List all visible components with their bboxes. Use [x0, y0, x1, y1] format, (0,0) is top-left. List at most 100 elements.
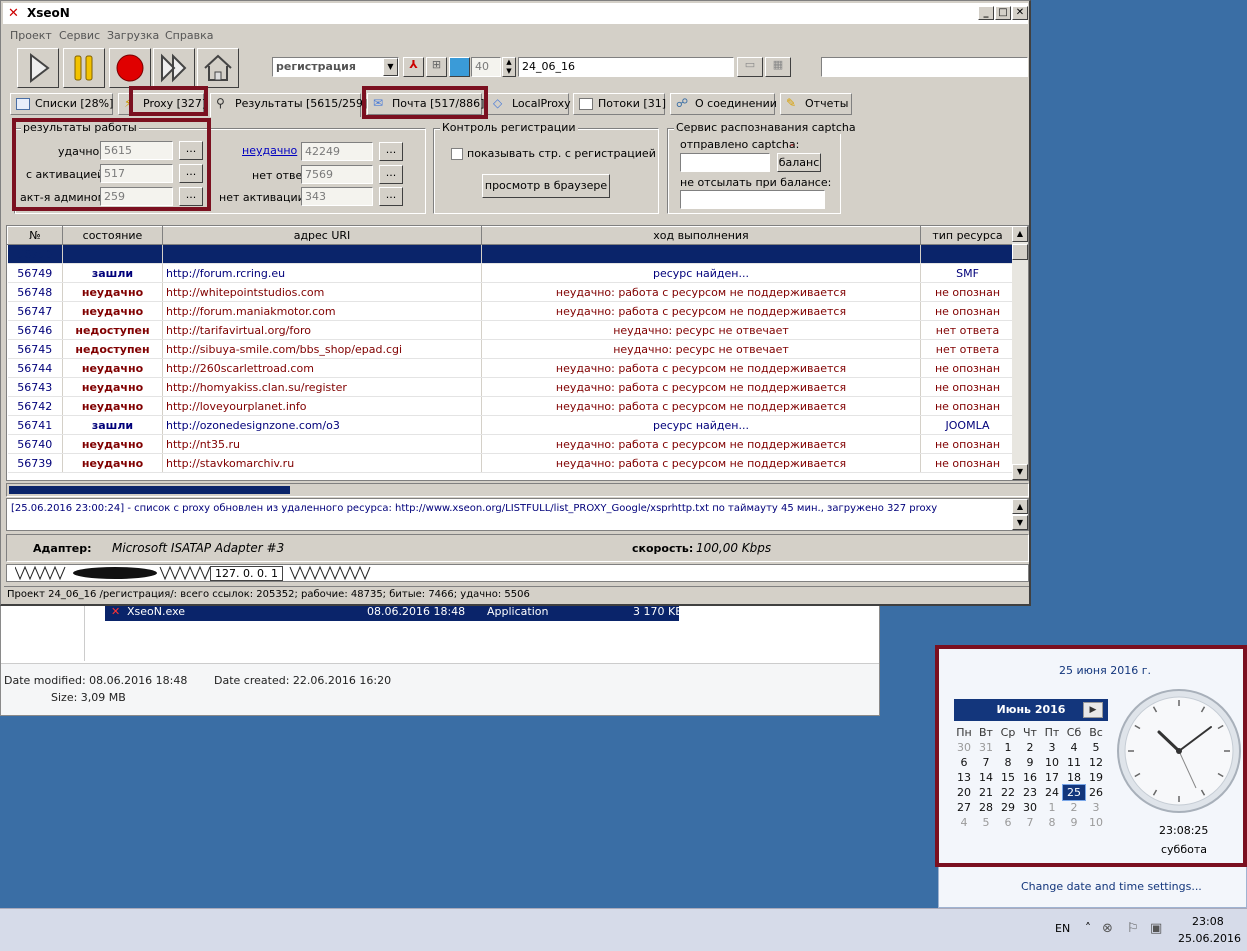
table-row[interactable]: 56748 неудачно http://whitepointstudios.co… [7, 282, 1015, 302]
noact-details-button[interactable]: ... [379, 187, 403, 206]
search-field[interactable] [821, 57, 1028, 77]
row-url: http://forum.maniakmotor.com [162, 301, 482, 321]
fail-details-button[interactable]: ... [379, 142, 403, 161]
log-scroll-up-icon[interactable]: ▲ [1012, 499, 1028, 514]
table-icon[interactable]: ▦ [765, 57, 791, 77]
noact-value: 343 [301, 187, 373, 206]
table-row[interactable]: 56743 неудачно http://homyakiss.clan.su/re… [7, 377, 1015, 397]
play-button[interactable] [17, 48, 59, 88]
row-url: http://ozonedesignzone.com/o3 [162, 415, 482, 435]
row-state: неудачно [62, 282, 163, 302]
captcha-balance-field[interactable] [680, 153, 770, 172]
activation-details-button[interactable]: ... [179, 164, 203, 183]
grid-scrollbar[interactable]: ▲ ▼ [1012, 226, 1028, 480]
connection-icon: ☍ [676, 96, 689, 110]
row-type: не опознан [920, 301, 1015, 321]
close-button[interactable]: ✕ [1012, 6, 1028, 20]
table-row[interactable]: 56745 недоступен http://sibuya-smile.com/b… [7, 339, 1015, 359]
taskbar-time[interactable]: 23:08 [1192, 915, 1224, 928]
table-row[interactable]: 56747 неудачно http://forum.maniakmotor.co… [7, 301, 1015, 321]
col-type[interactable]: тип ресурса [920, 226, 1015, 245]
no-send-threshold-field[interactable] [680, 190, 825, 209]
pdf-icon[interactable]: ⅄ [403, 57, 424, 77]
taskbar-date[interactable]: 25.06.2016 [1178, 932, 1241, 945]
row-number: 56744 [7, 358, 63, 378]
table-row[interactable]: 56744 неудачно http://260scarlettroad.com н… [7, 358, 1015, 378]
monitor-icon[interactable]: ▣ [1150, 921, 1162, 936]
folder-open-icon[interactable]: ▭ [737, 57, 763, 77]
noreply-details-button[interactable]: ... [379, 165, 403, 184]
pause-icon [74, 55, 93, 81]
captcha-group-label: Сервис распознавания captcha [674, 121, 858, 134]
threads-spinner[interactable]: ▲ ▼ [502, 57, 516, 77]
menu-service[interactable]: Сервис [59, 29, 100, 42]
table-row[interactable]: 56742 неудачно http://loveyourplanet.info н… [7, 396, 1015, 416]
menu-download[interactable]: Загрузка [107, 29, 159, 42]
tab-lists[interactable]: Списки [28%] [10, 93, 113, 115]
tab-threads[interactable]: Потоки [31] [573, 93, 667, 115]
tab-threads-label: Потоки [31] [598, 97, 667, 110]
col-progress[interactable]: ход выполнения [481, 226, 921, 245]
pause-button[interactable] [63, 48, 105, 88]
image-icon[interactable] [449, 57, 470, 77]
row-type: JOOMLA [920, 415, 1015, 435]
title-bar[interactable]: ✕ XseoN _ □ ✕ [3, 3, 1028, 24]
flag-icon[interactable]: ⚐ [1127, 921, 1139, 936]
table-row[interactable]: 56749 зашли http://forum.rcring.eu ресурс н… [7, 263, 1015, 283]
grid-icon[interactable]: ⊞ [426, 57, 447, 77]
row-progress: ресурс найден... [481, 263, 921, 283]
home-button[interactable] [197, 48, 239, 88]
network-warning-icon[interactable]: ⊗ [1102, 921, 1113, 936]
fail-link[interactable]: неудачно [242, 144, 297, 157]
language-indicator[interactable]: EN [1055, 922, 1070, 935]
table-row[interactable]: 56746 недоступен http://tarifavirtual.org/… [7, 320, 1015, 340]
row-number: 56749 [7, 263, 63, 283]
chevron-up-icon[interactable]: ˄ [1085, 921, 1091, 935]
scroll-thumb[interactable] [1012, 244, 1028, 260]
row-number: 56742 [7, 396, 63, 416]
scroll-down-icon[interactable]: ▼ [1012, 464, 1028, 480]
fast-forward-button[interactable] [153, 48, 195, 88]
col-number[interactable]: № [7, 226, 63, 245]
file-name: XseoN.exe [127, 605, 186, 618]
chevron-down-icon[interactable]: ▼ [383, 58, 398, 76]
view-in-browser-button[interactable]: просмотр в браузере [482, 174, 610, 198]
tab-proxy[interactable]: ⚡ Proxy [327] [118, 93, 206, 115]
stop-button[interactable] [109, 48, 151, 88]
table-row[interactable]: 56740 неудачно http://nt35.ru неудачно: раб… [7, 434, 1015, 454]
tab-reports[interactable]: ✎ Отчеты [780, 93, 852, 115]
success-details-button[interactable]: ... [179, 141, 203, 160]
row-state: неудачно [62, 453, 163, 473]
maximize-button[interactable]: □ [995, 6, 1011, 20]
col-state[interactable]: состояние [62, 226, 163, 245]
admin-details-button[interactable]: ... [179, 187, 203, 206]
row-progress: ресурс найден... [481, 415, 921, 435]
show-reg-checkbox[interactable] [451, 148, 463, 160]
table-row[interactable]: 56739 неудачно http://stavkomarchiv.ru неуд… [7, 453, 1015, 473]
threads-field[interactable]: 40 [471, 57, 501, 77]
mode-select[interactable]: регистрация [272, 57, 399, 77]
row-progress [481, 244, 921, 264]
project-date-field[interactable]: 24_06_16 [518, 57, 734, 77]
mail-icon: ✉ [373, 96, 384, 110]
log-scroll-down-icon[interactable]: ▼ [1012, 515, 1028, 530]
menu-help[interactable]: Справка [165, 29, 213, 42]
table-row[interactable]: 56741 зашли http://ozonedesignzone.com/o3 р… [7, 415, 1015, 435]
magnifier-icon: ⚲ [216, 96, 225, 110]
balance-button[interactable]: баланс [777, 153, 821, 172]
app-logo-icon: ✕ [8, 6, 19, 21]
minimize-button[interactable]: _ [978, 6, 994, 20]
row-type: не опознан [920, 377, 1015, 397]
menu-project[interactable]: Проект [10, 29, 52, 42]
tab-localproxy[interactable]: ◇ LocalProxy [487, 93, 571, 115]
scroll-up-icon[interactable]: ▲ [1012, 226, 1028, 242]
col-uri[interactable]: адрес URI [162, 226, 482, 245]
tab-connection[interactable]: ☍ О соединении [670, 93, 777, 115]
date-modified: Date modified: 08.06.2016 18:48 [4, 674, 188, 687]
tab-mail[interactable]: ✉ Почта [517/886] [367, 93, 484, 115]
change-date-time-link[interactable]: Change date and time settings... [1021, 880, 1202, 893]
table-row[interactable]: 56750 [7, 244, 1015, 264]
row-type: не опознан [920, 453, 1015, 473]
tab-results[interactable]: ⚲ Результаты [5615/259] [210, 93, 367, 117]
tab-lists-label: Списки [28%] [35, 97, 114, 110]
